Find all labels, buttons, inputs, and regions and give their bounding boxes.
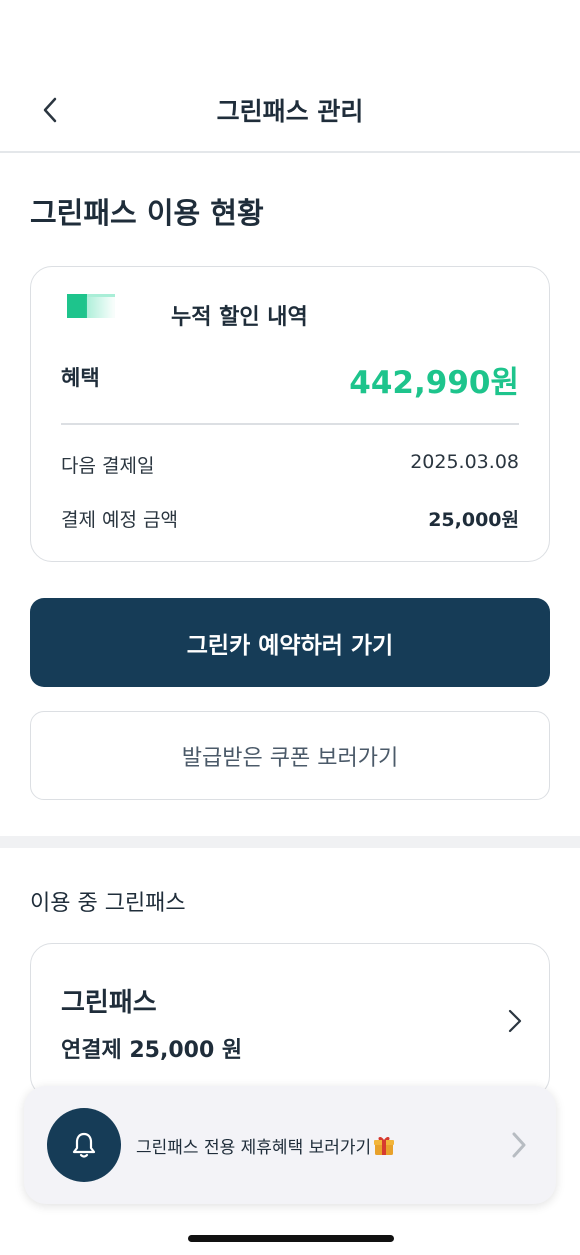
benefit-value: 442,990원 [349,365,519,401]
partner-benefits-banner[interactable]: 그린패스 전용 제휴혜택 보러가기 [24,1086,556,1204]
chevron-right-icon [508,1009,522,1033]
banner-text: 그린패스 전용 제휴혜택 보러가기 [136,1133,395,1158]
gift-icon [374,1136,395,1155]
section-separator [0,836,580,848]
view-coupons-button[interactable]: 발급받은 쿠폰 보러가기 [30,711,550,800]
cumulative-discount-heading: 누적 할인 내역 [171,305,308,330]
discount-summary-card: 누적 할인 내역 혜택 442,990원 다음 결제일 2025.03.08 결… [30,266,550,562]
usage-section-title: 그린패스 이용 현황 [30,196,264,230]
app-header: 그린패스 관리 [0,0,580,153]
bell-icon [72,1132,96,1158]
reserve-greencar-button[interactable]: 그린카 예약하러 가기 [30,598,550,687]
active-pass-card[interactable]: 그린패스 연결제 25,000 원 [30,943,550,1098]
pass-name: 그린패스 [61,988,157,1018]
benefit-label: 혜택 [61,366,100,390]
bell-icon-badge [47,1108,121,1182]
in-use-section-title: 이용 중 그린패스 [30,891,186,916]
next-payment-value: 2025.03.08 [410,451,519,473]
home-indicator [188,1235,394,1242]
page-title: 그린패스 관리 [216,97,364,126]
chevron-right-icon [512,1132,526,1158]
pass-price: 연결제 25,000 원 [61,1038,243,1063]
expected-amount-label: 결제 예정 금액 [61,509,178,531]
next-payment-label: 다음 결제일 [61,455,155,477]
card-divider [61,423,519,425]
expected-amount-value: 25,000원 [428,509,519,531]
